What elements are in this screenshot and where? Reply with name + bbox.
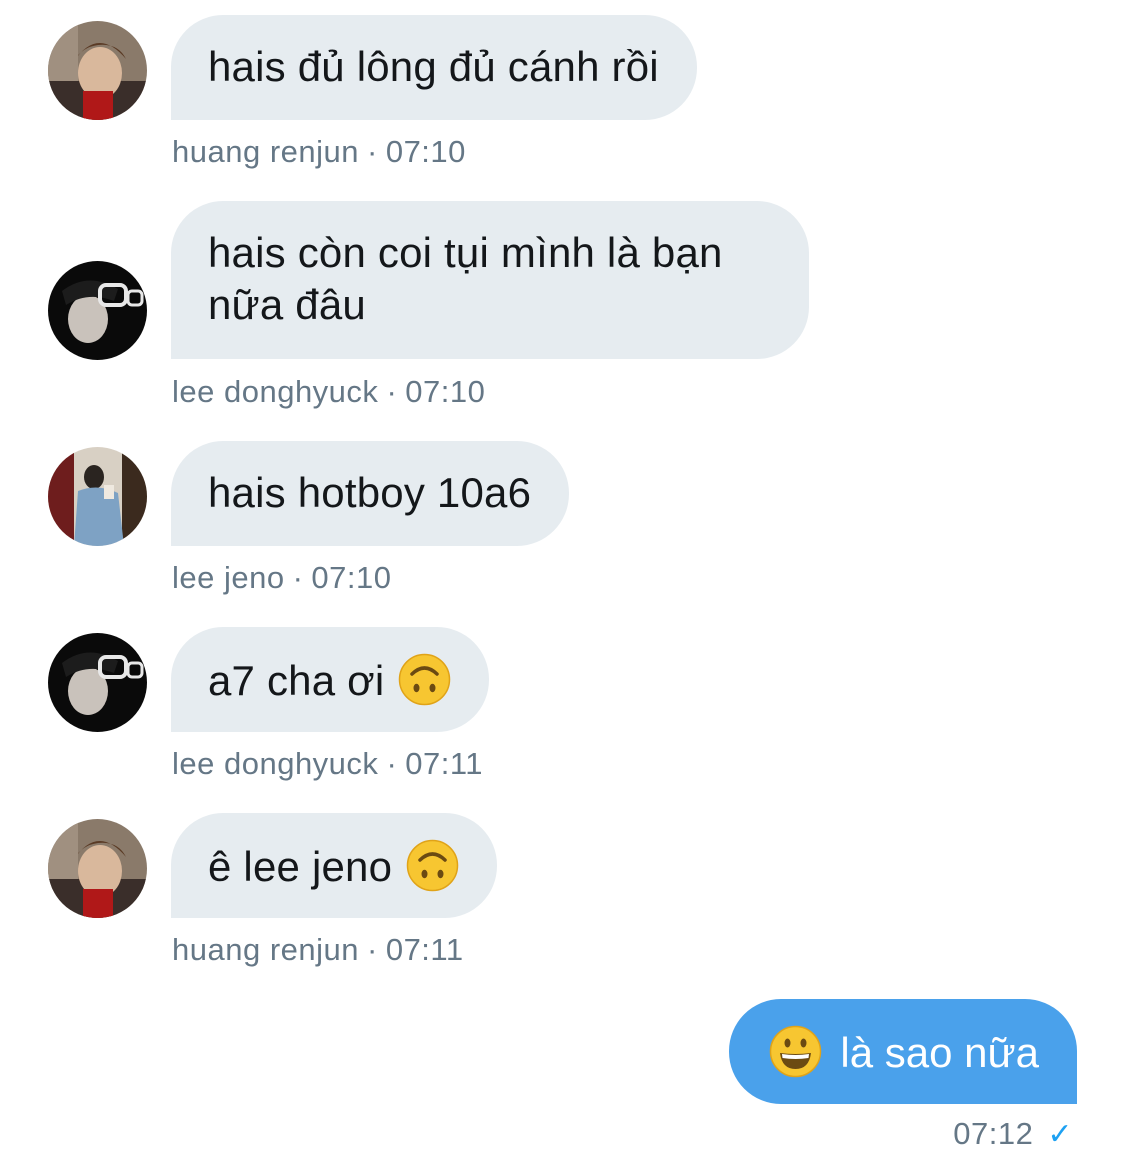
message-meta: 07:12 ✓ xyxy=(953,1116,1073,1152)
message-meta: lee donghyuck · 07:10 xyxy=(172,374,486,409)
message-meta: huang renjun · 07:10 xyxy=(172,134,466,169)
avatar[interactable] xyxy=(48,261,147,360)
avatar-lee-donghyuck-image xyxy=(48,633,147,732)
message-bubble[interactable]: hais đủ lông đủ cánh rồi xyxy=(171,15,697,120)
message-bubble[interactable]: a7 cha ơi xyxy=(171,627,490,732)
message-bubble[interactable]: hais còn coi tụi mình là bạn nữa đâu xyxy=(171,201,809,359)
avatar-lee-donghyuck-image xyxy=(48,261,147,360)
sender-name: huang renjun xyxy=(172,134,359,169)
message-meta: huang renjun · 07:11 xyxy=(172,932,464,967)
message-time: 07:10 xyxy=(385,134,466,169)
sender-name: huang renjun xyxy=(172,932,359,967)
avatar[interactable] xyxy=(48,633,147,732)
sender-name: lee donghyuck xyxy=(172,746,379,781)
sender-name: lee donghyuck xyxy=(172,374,379,409)
avatar-lee-jeno-image xyxy=(48,447,147,546)
avatar-huang-renjun-image xyxy=(48,819,147,918)
message-text: ê lee jeno xyxy=(208,843,393,890)
upside-down-face-icon xyxy=(398,653,451,706)
message-text: hais hotboy 10a6 xyxy=(208,469,532,516)
message-text: hais còn coi tụi mình là bạn nữa đâu xyxy=(208,229,723,328)
message-text: là sao nữa xyxy=(840,1029,1039,1076)
message-bubble[interactable]: ê lee jeno xyxy=(171,813,498,918)
message-text: hais đủ lông đủ cánh rồi xyxy=(208,43,659,90)
message-time: 07:10 xyxy=(405,374,486,409)
message-time: 07:10 xyxy=(311,560,392,595)
avatar[interactable] xyxy=(48,21,147,120)
message-time: 07:12 xyxy=(953,1116,1034,1151)
upside-down-face-icon xyxy=(406,839,459,892)
avatar-huang-renjun-image xyxy=(48,21,147,120)
checkmark-icon: ✓ xyxy=(1047,1118,1073,1151)
sender-name: lee jeno xyxy=(172,560,285,595)
message-time: 07:11 xyxy=(405,746,484,781)
avatar[interactable] xyxy=(48,819,147,918)
message-time: 07:11 xyxy=(385,932,464,967)
message-bubble[interactable]: hais hotboy 10a6 xyxy=(171,441,570,546)
message-text: a7 cha ơi xyxy=(208,657,385,704)
avatar[interactable] xyxy=(48,447,147,546)
message-meta: lee donghyuck · 07:11 xyxy=(172,746,484,781)
grinning-face-icon xyxy=(769,1025,822,1078)
message-thread: hais đủ lông đủ cánh rồi huang renjun · 07… xyxy=(0,0,1125,1176)
message-meta: lee jeno · 07:10 xyxy=(172,560,392,595)
outgoing-message-bubble[interactable]: là sao nữa xyxy=(729,999,1077,1104)
